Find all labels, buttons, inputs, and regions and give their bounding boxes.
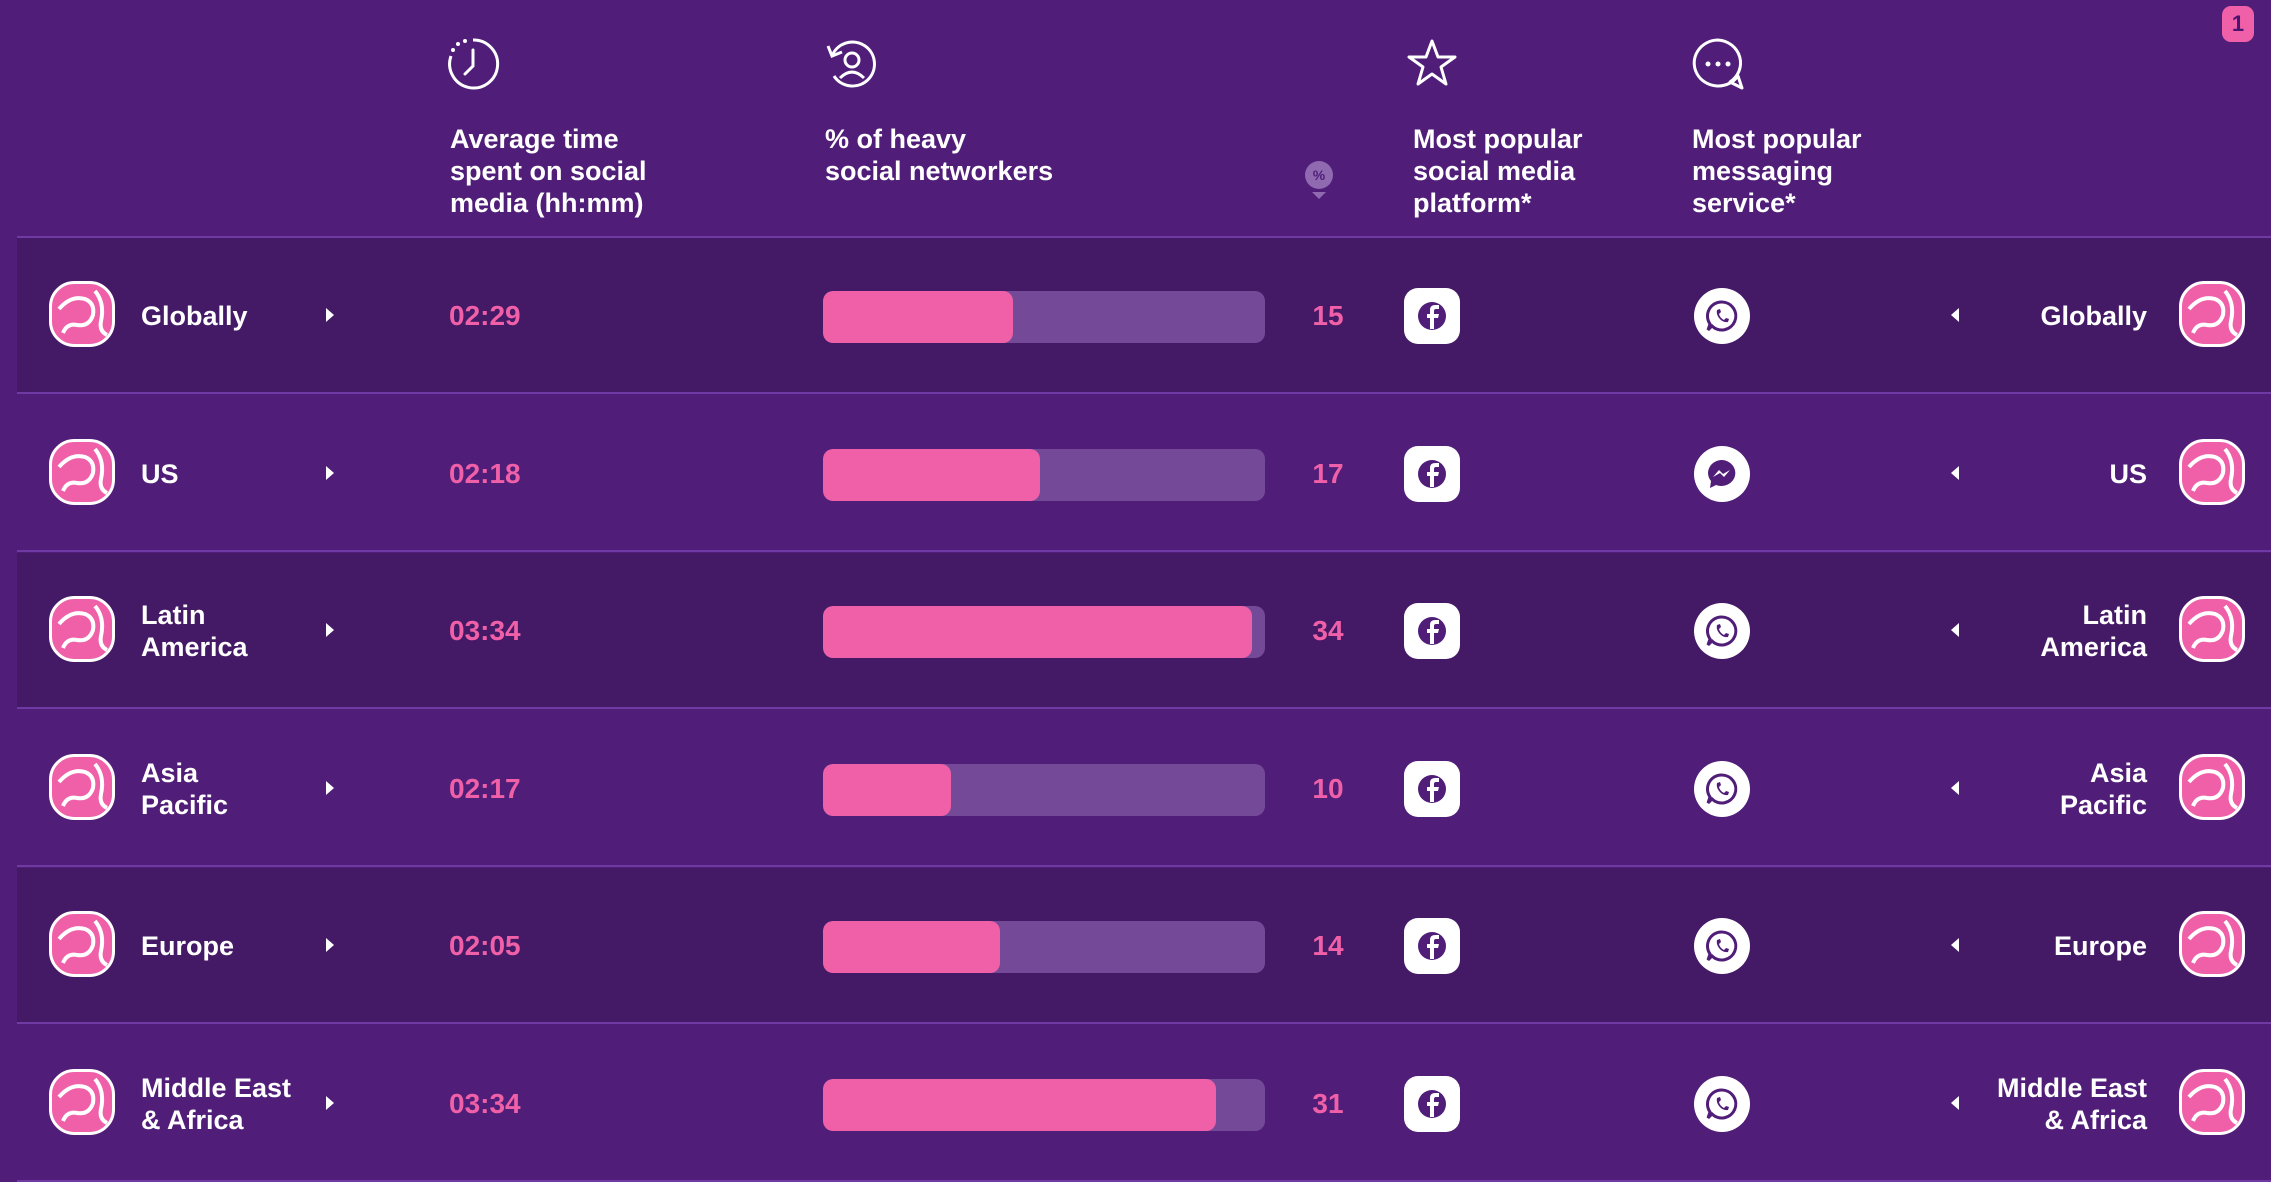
header-heavy-networkers: % of heavy social networkers: [825, 124, 1054, 186]
heavy-networkers-value: 15: [1312, 300, 1344, 331]
header-avg-time: Average time spent on social media (hh:m…: [450, 124, 647, 218]
heavy-networkers-value: 34: [1312, 615, 1344, 646]
table-row[interactable]: Asia Pacific 02:17 10 Asia Pacific: [17, 711, 2271, 867]
bar-fill: [823, 1078, 1217, 1131]
percent-pin-icon: %: [1304, 160, 1334, 207]
region-label: Europe: [141, 931, 235, 961]
whatsapp-icon: [1694, 918, 1750, 974]
facebook-icon: [1404, 1075, 1460, 1132]
heavy-networkers-bar: [823, 606, 1265, 658]
heavy-networkers-bar: [823, 921, 1265, 973]
avg-time-value: 03:34: [449, 1087, 521, 1119]
region-label-right: Asia Pacific: [2059, 757, 2147, 820]
heavy-networkers-value: 31: [1312, 1087, 1344, 1119]
us-map-icon: [49, 438, 115, 505]
avg-time-value: 02:05: [449, 930, 521, 961]
star-icon: [1407, 39, 1457, 86]
heavy-networkers-value: 14: [1312, 930, 1344, 961]
user-refresh-icon: [826, 40, 876, 88]
table-row[interactable]: US 02:18 17 US: [17, 396, 2271, 552]
region-label: Globally: [141, 301, 248, 331]
heavy-networkers-bar: [823, 1078, 1265, 1131]
avg-time-value: 02:17: [449, 772, 521, 804]
south-america-icon: [2179, 596, 2245, 662]
heavy-networkers-bar: [823, 763, 1265, 816]
percent-symbol: %: [1313, 167, 1326, 183]
facebook-icon: [1404, 288, 1460, 344]
europe-icon: [2179, 911, 2245, 977]
expand-right-arrow-icon[interactable]: [326, 938, 334, 952]
facebook-icon: [1404, 760, 1460, 817]
asia-pacific-icon: [2179, 753, 2245, 820]
expand-right-arrow-icon[interactable]: [326, 465, 334, 480]
header-social-platform: Most popular social media platform*: [1413, 124, 1583, 218]
region-label: Middle East & Africa: [141, 1072, 292, 1135]
heavy-networkers-bar: [823, 448, 1265, 501]
region-label-right: US: [2109, 458, 2147, 489]
globe-icon: [2179, 281, 2245, 347]
heavy-networkers-value: 10: [1312, 772, 1344, 804]
avg-time-value: 03:34: [449, 615, 521, 646]
region-label: Latin America: [141, 600, 248, 662]
africa-icon: [2179, 1068, 2245, 1135]
messenger-icon: [1694, 445, 1750, 502]
bar-fill: [823, 291, 1014, 343]
whatsapp-icon: [1694, 1075, 1750, 1132]
clock-icon: [448, 38, 500, 90]
asia-pacific-icon: [49, 753, 115, 820]
heavy-networkers-bar: [823, 291, 1265, 343]
region-label-right: Europe: [2053, 931, 2147, 961]
bar-fill: [823, 448, 1040, 501]
region-label: Asia Pacific: [141, 757, 229, 820]
facebook-icon: [1404, 603, 1460, 659]
expand-right-arrow-icon[interactable]: [326, 623, 334, 637]
globe-icon: [49, 281, 115, 347]
expand-right-arrow-icon[interactable]: [326, 308, 334, 322]
region-label-right: Middle East & Africa: [1996, 1072, 2147, 1135]
expand-right-arrow-icon[interactable]: [326, 1095, 334, 1110]
bar-fill: [823, 763, 952, 816]
table-row[interactable]: Latin America 03:34 34 Latin America: [17, 553, 2271, 709]
africa-icon: [49, 1068, 115, 1135]
whatsapp-icon: [1694, 288, 1750, 344]
expand-right-arrow-icon[interactable]: [326, 780, 334, 795]
avg-time-value: 02:29: [449, 300, 521, 331]
chat-bubble-icon: [1692, 38, 1744, 90]
europe-icon: [49, 911, 115, 977]
notification-badge[interactable]: 1: [2222, 6, 2254, 42]
header-messaging-service: Most popular messaging service*: [1692, 124, 1862, 218]
table-row[interactable]: Globally 02:29 15 Globally: [17, 238, 2271, 394]
bar-fill: [823, 606, 1252, 658]
bar-fill: [823, 921, 1000, 973]
us-map-icon: [2179, 438, 2245, 505]
region-label-right: Latin America: [2040, 600, 2147, 662]
whatsapp-icon: [1694, 603, 1750, 659]
table-row[interactable]: Middle East & Africa 03:34 31 Middle East &…: [17, 1026, 2271, 1182]
whatsapp-icon: [1694, 760, 1750, 817]
south-america-icon: [49, 596, 115, 662]
heavy-networkers-value: 17: [1312, 457, 1344, 489]
region-label: US: [141, 458, 179, 489]
avg-time-value: 02:18: [449, 457, 521, 489]
region-label-right: Globally: [2040, 301, 2147, 331]
facebook-icon: [1404, 445, 1460, 502]
table-row[interactable]: Europe 02:05 14 Europe: [17, 868, 2271, 1024]
facebook-icon: [1404, 918, 1460, 974]
